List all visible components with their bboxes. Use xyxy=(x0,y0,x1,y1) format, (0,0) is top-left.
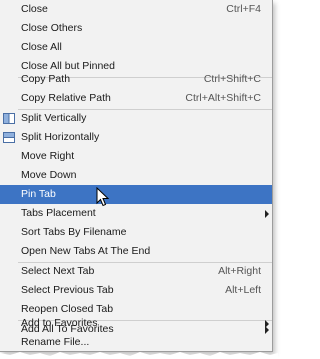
torn-edge xyxy=(0,352,278,359)
submenu-arrow-icon xyxy=(265,210,269,218)
menu-item-label: Move Right xyxy=(21,150,75,162)
menu-item-open-new-tabs-at-end[interactable]: Open New Tabs At The End xyxy=(0,242,272,261)
menu-item-label: Select Previous Tab xyxy=(21,284,114,296)
menu-item-label: Close xyxy=(21,3,48,15)
menu-item-close[interactable]: Close Ctrl+F4 xyxy=(0,0,272,19)
menu-item-label: Close All xyxy=(21,41,62,53)
menu-item-sort-tabs-by-filename[interactable]: Sort Tabs By Filename xyxy=(0,223,272,242)
menu-item-move-right[interactable]: Move Right xyxy=(0,147,272,166)
menu-item-copy-relative-path[interactable]: Copy Relative Path Ctrl+Alt+Shift+C xyxy=(0,89,272,108)
menu-item-label: Tabs Placement xyxy=(21,207,96,219)
split-horizontal-icon xyxy=(3,132,15,143)
menu-item-shortcut: Ctrl+Alt+Shift+C xyxy=(185,92,261,104)
menu-item-label: Move Down xyxy=(21,169,77,181)
menu-item-pin-tab[interactable]: Pin Tab xyxy=(0,185,272,204)
menu-item-label: Open New Tabs At The End xyxy=(21,245,151,257)
menu-item-close-all[interactable]: Close All xyxy=(0,38,272,57)
menu-item-tabs-placement[interactable]: Tabs Placement xyxy=(0,204,272,223)
menu-item-copy-path[interactable]: Copy Path Ctrl+Shift+C xyxy=(0,70,272,89)
menu-item-label: Close Others xyxy=(21,22,83,34)
menu-item-label: Split Vertically xyxy=(21,112,87,124)
menu-item-shortcut: Alt+Left xyxy=(225,284,261,296)
split-vertical-icon xyxy=(3,113,15,124)
menu-item-shortcut: Alt+Right xyxy=(218,265,261,277)
menu-item-move-down[interactable]: Move Down xyxy=(0,166,272,185)
menu-item-label: Copy Path xyxy=(21,73,71,85)
menu-item-select-next-tab[interactable]: Select Next Tab Alt+Right xyxy=(0,262,272,281)
menu-item-select-previous-tab[interactable]: Select Previous Tab Alt+Left xyxy=(0,281,272,300)
menu-item-label: Split Horizontally xyxy=(21,131,100,143)
menu-item-label: Sort Tabs By Filename xyxy=(21,226,127,238)
menu-item-label: Copy Relative Path xyxy=(21,92,111,104)
menu-item-label: Select Next Tab xyxy=(21,265,95,277)
menu-item-shortcut: Ctrl+F4 xyxy=(226,3,261,15)
menu-item-close-others[interactable]: Close Others xyxy=(0,19,272,38)
editor-tab-context-menu: Close Ctrl+F4 Close Others Close All Clo… xyxy=(0,0,273,352)
menu-item-shortcut: Ctrl+Shift+C xyxy=(203,73,261,85)
menu-item-split-vertically[interactable]: Split Vertically xyxy=(0,109,272,128)
menu-item-split-horizontally[interactable]: Split Horizontally xyxy=(0,128,272,147)
menu-item-label: Pin Tab xyxy=(21,188,56,200)
mouse-pointer-icon xyxy=(96,187,110,207)
